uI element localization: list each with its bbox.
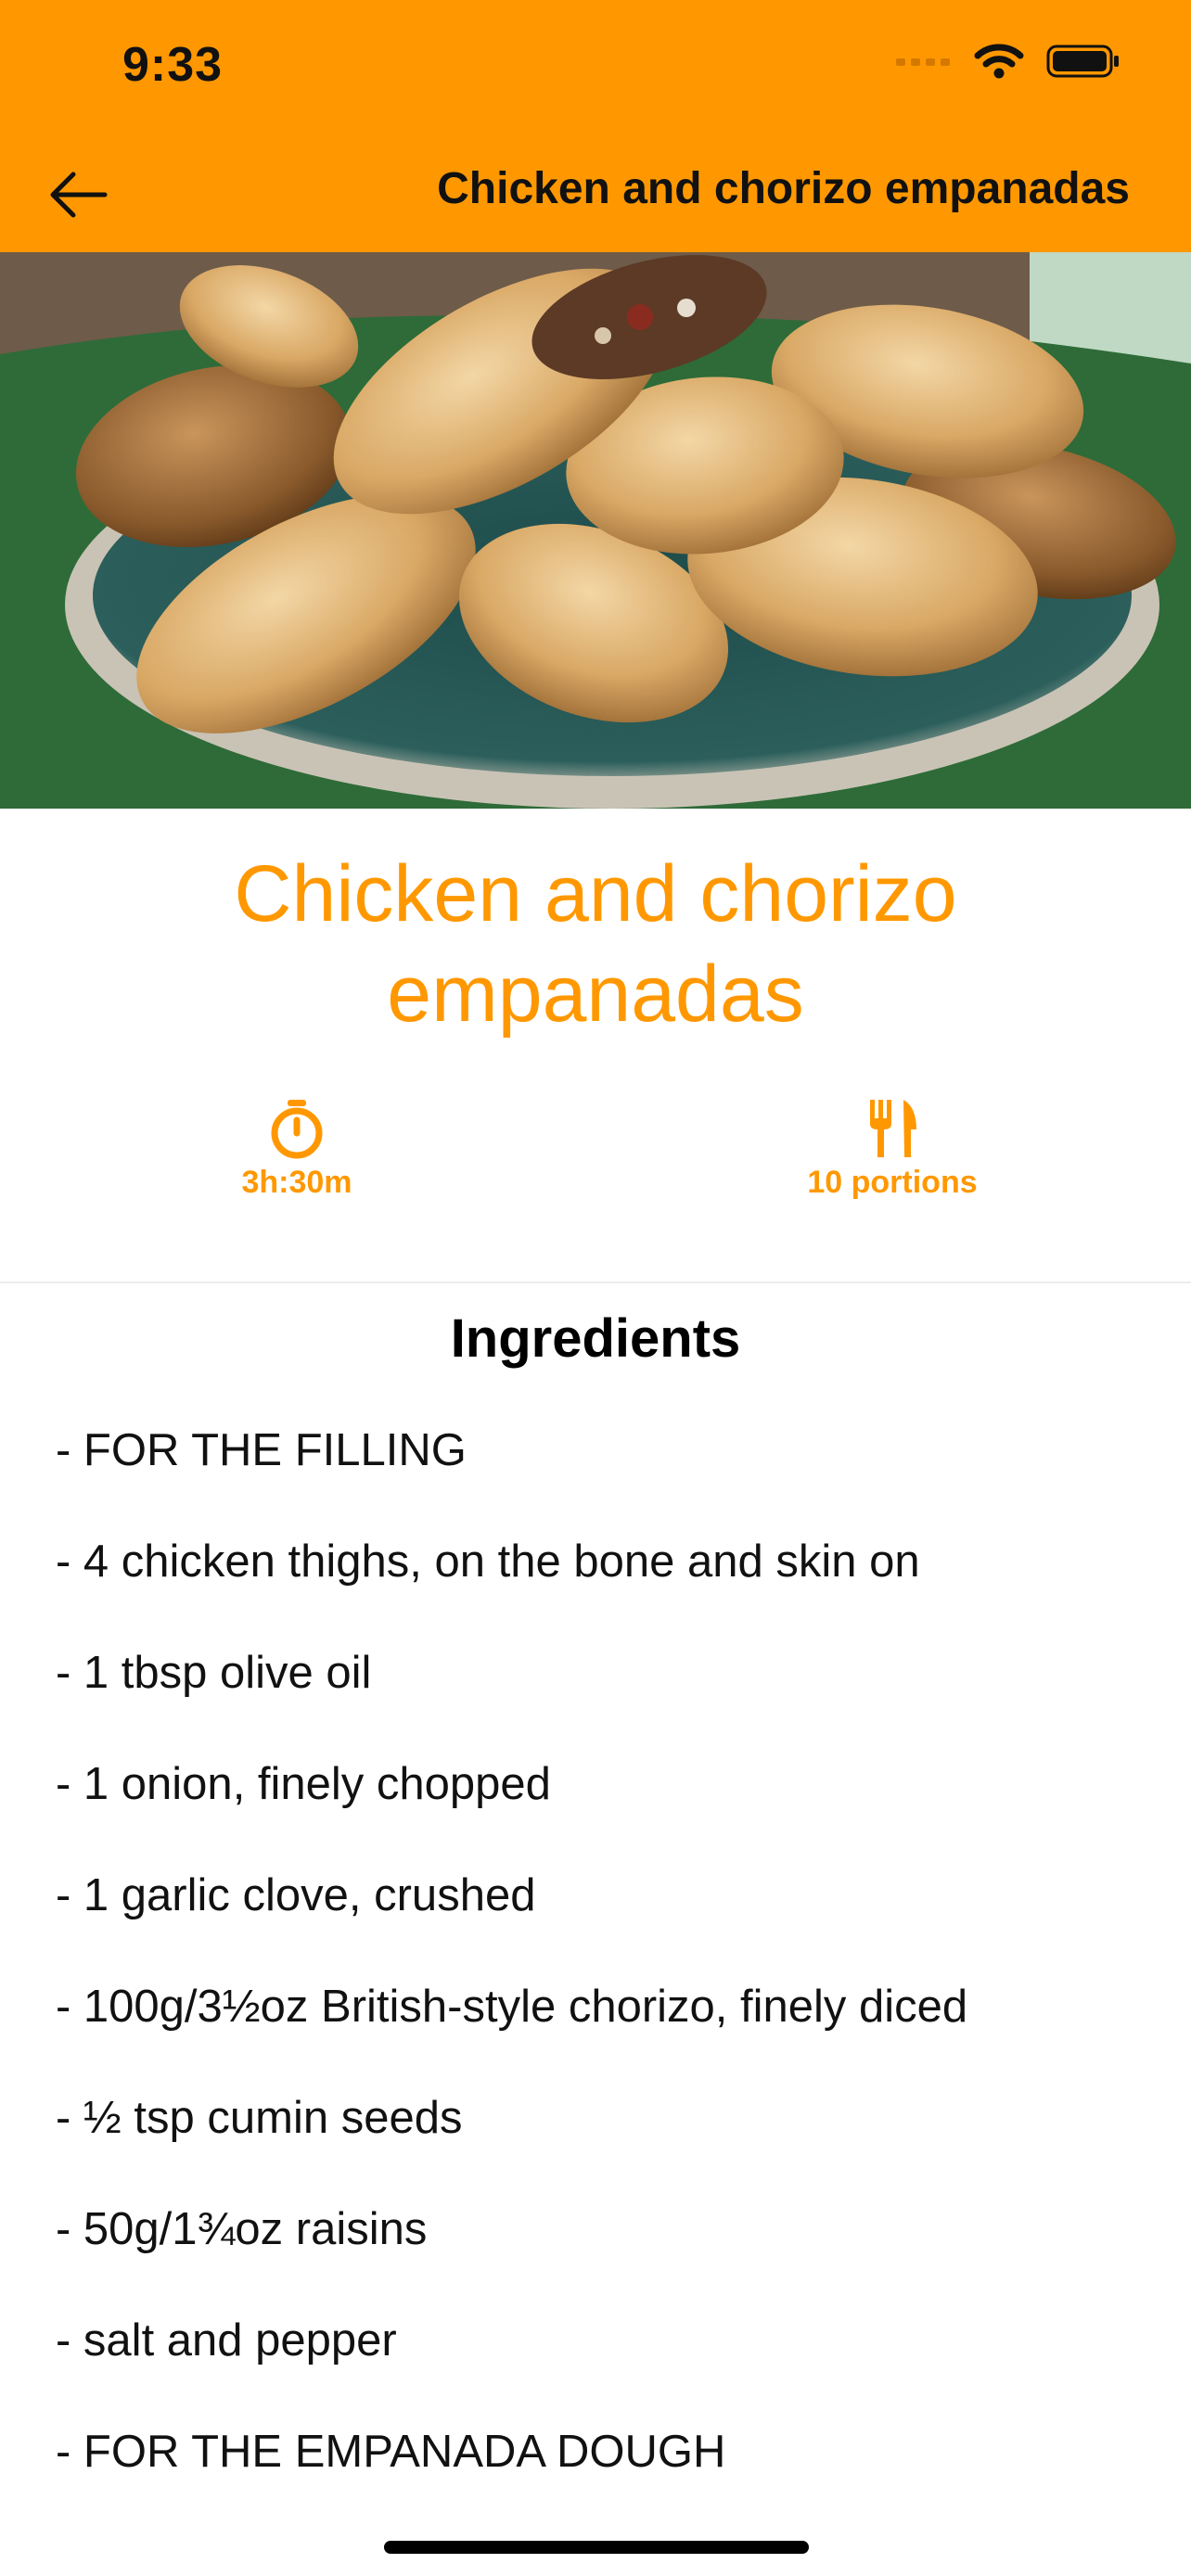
battery-icon: [1046, 43, 1121, 84]
status-icons: [896, 43, 1121, 83]
cook-time: 3h:30m: [102, 1098, 492, 1201]
cook-time-value: 3h:30m: [241, 1165, 352, 1200]
ingredient-item: - FOR THE FILLING: [56, 1425, 467, 1475]
status-time: 9:33: [122, 38, 224, 92]
portions: 10 portions: [698, 1098, 1087, 1201]
wifi-icon: [974, 43, 1024, 84]
divider: [0, 1282, 1191, 1283]
app-screen: 9:33 Chicken and chorizo empanadas Chick…: [0, 0, 1191, 2576]
ingredient-item: - 50g/1¾oz raisins: [56, 2204, 428, 2254]
arrow-left-icon: [47, 172, 109, 223]
ingredient-item: - 1 tbsp olive oil: [56, 1648, 372, 1698]
back-button[interactable]: [37, 156, 119, 237]
ingredients-heading: Ingredients: [450, 1308, 741, 1369]
ingredient-item: - salt and pepper: [56, 2315, 397, 2366]
stopwatch-icon: [267, 1098, 327, 1159]
ingredient-item: - 1 garlic clove, crushed: [56, 1870, 536, 1920]
ingredient-item: - 1 onion, finely chopped: [56, 1759, 551, 1809]
ingredient-item: - 100g/3½oz British-style chorizo, finel…: [56, 1982, 968, 2032]
fork-knife-icon: [863, 1098, 922, 1159]
ingredients-list: - FOR THE FILLING - 4 chicken thighs, on…: [56, 1422, 1150, 2535]
cellular-signal-icon: [896, 55, 952, 72]
home-indicator[interactable]: [384, 2541, 809, 2554]
portions-value: 10 portions: [807, 1165, 978, 1200]
nav-title: Chicken and chorizo empanadas: [437, 164, 1130, 213]
empanadas-photo: [0, 252, 1191, 809]
ingredient-item: - FOR THE EMPANADA DOUGH: [56, 2427, 726, 2477]
ingredient-item: - ½ tsp cumin seeds: [56, 2093, 463, 2143]
ingredient-item: - 4 chicken thighs, on the bone and skin…: [56, 1537, 920, 1587]
top-bar: 9:33 Chicken and chorizo empanadas: [0, 0, 1191, 252]
recipe-hero-image: [0, 252, 1191, 809]
recipe-title: Chicken and chorizo empanadas: [234, 849, 957, 1039]
